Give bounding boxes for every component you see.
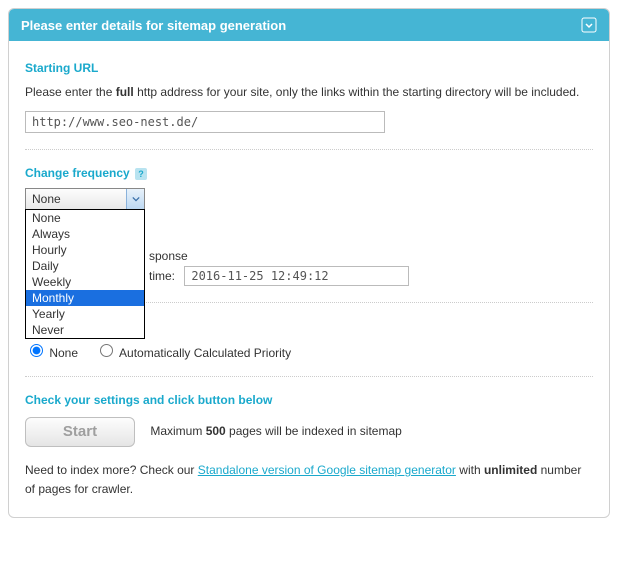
change-freq-dropdown: NoneAlwaysHourlyDailyWeeklyMonthlyYearly…: [25, 209, 145, 339]
obscured-line-2: time:: [149, 266, 593, 286]
start-row: Start Maximum 500 pages will be indexed …: [25, 417, 593, 447]
footer-note: Need to index more? Check our Standalone…: [25, 461, 593, 499]
priority-options: None Automatically Calculated Priority: [25, 341, 593, 360]
priority-none[interactable]: None: [25, 346, 78, 360]
panel-body: Starting URL Please enter the full http …: [9, 41, 609, 517]
dropdown-option[interactable]: Daily: [26, 258, 144, 274]
standalone-link[interactable]: Standalone version of Google sitemap gen…: [198, 463, 456, 477]
panel-header: Please enter details for sitemap generat…: [9, 9, 609, 41]
expand-icon[interactable]: [581, 17, 597, 33]
dropdown-option[interactable]: Never: [26, 322, 144, 338]
divider: [25, 376, 593, 377]
last-mod-input[interactable]: [184, 266, 409, 286]
change-freq-select[interactable]: None NoneAlwaysHourlyDailyWeeklyMonthlyY…: [25, 188, 145, 210]
dropdown-option[interactable]: Yearly: [26, 306, 144, 322]
help-icon[interactable]: ?: [135, 168, 147, 180]
dropdown-option[interactable]: Always: [26, 226, 144, 242]
dropdown-option[interactable]: None: [26, 210, 144, 226]
chevron-down-icon: [126, 189, 144, 209]
dropdown-option[interactable]: Hourly: [26, 242, 144, 258]
panel-title: Please enter details for sitemap generat…: [21, 18, 286, 33]
select-value: None: [32, 192, 61, 206]
dropdown-option[interactable]: Weekly: [26, 274, 144, 290]
starting-url-desc: Please enter the full http address for y…: [25, 83, 593, 101]
starting-url-input[interactable]: [25, 111, 385, 133]
priority-auto[interactable]: Automatically Calculated Priority: [95, 346, 291, 360]
max-pages-text: Maximum 500 pages will be indexed in sit…: [150, 424, 401, 438]
obscured-line-1: sponse: [149, 249, 593, 263]
check-title: Check your settings and click button bel…: [25, 393, 593, 407]
dropdown-option[interactable]: Monthly: [26, 290, 144, 306]
starting-url-title: Starting URL: [25, 61, 593, 75]
change-freq-title: Change frequency ?: [25, 166, 593, 180]
sitemap-panel: Please enter details for sitemap generat…: [8, 8, 610, 518]
divider: [25, 149, 593, 150]
start-button[interactable]: Start: [25, 417, 135, 447]
